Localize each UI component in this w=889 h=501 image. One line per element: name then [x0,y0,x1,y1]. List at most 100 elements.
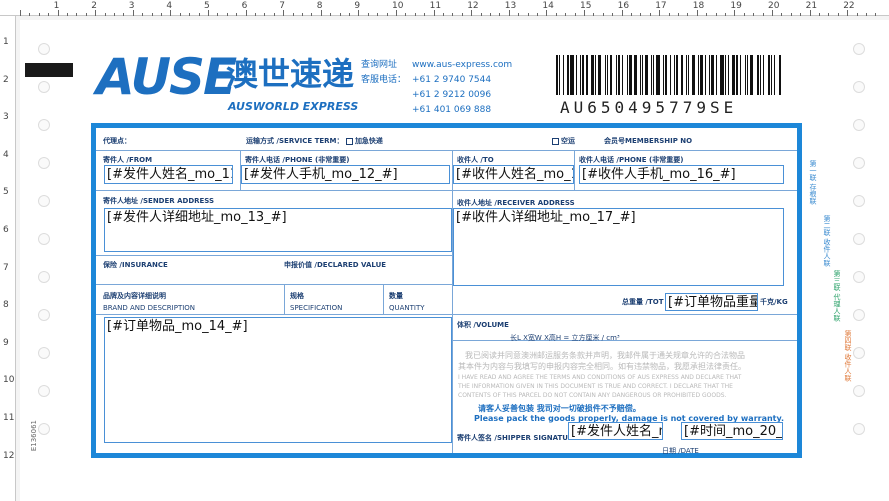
left-ruler: 1 2 3 4 5 6 7 8 9 10 11 12 [0,16,16,501]
ruler-minor-tick [678,13,679,16]
ruler-minor-tick [574,13,576,16]
ruler-number: 19 [730,1,742,11]
ruler-tick [471,10,473,16]
service-term-text: 运输方式 /SERVICE TERM： [246,137,344,145]
barcode-bar [673,55,676,95]
ruler-number: 11 [429,1,442,11]
barcode-bar [615,55,617,95]
order-items-field[interactable]: [#订单物品_mo_14_#] [104,317,452,443]
barcode-bar [700,55,703,95]
air-checkbox[interactable] [552,137,559,145]
barcode-bar [662,55,665,95]
notice-line-5: CONTENTS OF THIS PARCEL DO NOT CONTAIN A… [458,392,727,399]
barcode-bar [622,55,624,95]
phone-3: +61 401 069 888 [412,105,492,115]
barcode-bar [642,55,644,95]
barcode-bar [778,55,781,95]
receiver-phone-field[interactable]: [#收件人手机_mo_16_#] [579,165,784,184]
ruler-number: 10 [392,1,404,11]
sender-phone-field[interactable]: [#发件人手机_mo_12_#] [241,165,450,184]
perforation-hole [38,309,50,321]
sender-name-field[interactable]: [#发件人姓名_mo_11_#] [104,165,233,184]
barcode-bar [774,55,776,95]
perforation-hole [853,195,865,207]
barcode-bar [724,55,726,95]
ruler-number: 5 [3,187,9,198]
ruler-number: 2 [3,74,9,85]
signature-name-field[interactable]: [#发件人姓名_mo_11_#] [568,422,663,440]
ruler-minor-tick [866,13,867,16]
ruler-tick [95,10,97,16]
barcode-bar [556,55,559,95]
ruler-number: 20 [768,1,780,11]
order-weight-field[interactable]: [#订单物品重量_mo_18_#] [665,293,758,311]
perforation-hole [38,195,50,207]
perforation-hole [853,119,865,131]
ruler-number: 8 [3,300,9,311]
ruler-number: 3 [3,112,9,123]
ruler-minor-tick [762,13,764,16]
barcode-bar [617,55,620,95]
ruler-tick [809,10,811,16]
ruler-minor-tick [405,13,407,16]
barcode-bar [591,55,594,95]
brand-name-cn: 澳世速递 [226,55,355,93]
form-divider [284,284,285,314]
perforation-hole [853,81,865,93]
ruler-minor-tick [537,13,538,16]
ruler-number: 6 [3,225,9,235]
barcode-bar [686,55,688,95]
ruler-minor-tick [743,13,745,16]
ruler-tick [20,10,21,16]
ruler-minor-tick [255,13,256,16]
barcode-bar [610,55,613,95]
barcode-bar [691,55,695,95]
ruler-minor-tick [518,13,520,16]
barcode-bar [562,55,564,95]
weight-unit: 千克/KG [760,298,788,306]
barcode-bar [771,55,773,95]
air-option-label: 空运 [561,137,575,145]
perforation-hole [853,347,865,359]
ruler-number: 16 [617,1,630,11]
form-divider [574,150,575,190]
express-checkbox[interactable] [345,137,353,145]
ruler-minor-tick [236,13,238,16]
barcode-bar [639,55,641,95]
time-field[interactable]: [#时间_mo_20_#] [681,422,783,440]
receiver-address-field[interactable]: [#收件人详细地址_mo_17_#] [453,208,784,286]
barcode-bar [585,55,588,95]
packing-warning-cn: 请客人妥善包装 我司对一切破损件不予赔偿。 [478,404,641,413]
form-divider [96,255,452,256]
ruler-number: 7 [3,262,9,273]
ruler-minor-tick [668,13,670,16]
barcode-bar [704,55,706,95]
ruler-minor-tick [339,13,341,16]
ruler-minor-tick [875,13,877,16]
receiver-name-field[interactable]: [#收件人姓名_mo_15_#] [453,165,574,184]
website-url: www.aus-express.com [412,60,513,70]
ruler-minor-tick [226,13,228,16]
ruler-minor-tick [386,13,388,16]
sender-address-field[interactable]: [#发件人详细地址_mo_13_#] [104,208,452,252]
date-label: 日期 /DATE [662,447,699,455]
ruler-minor-tick [85,13,87,16]
barcode-bar [634,55,637,95]
ruler-number: 18 [692,1,705,11]
ruler-minor-tick [602,13,604,16]
ruler-minor-tick [48,13,50,16]
sender-address-label: 寄件人地址 /SENDER ADDRESS [103,197,215,205]
copy-label-1: 第一联 存根联 [809,160,817,205]
barcode-bar [763,55,765,95]
ruler-minor-tick [452,13,454,16]
barcode-bar [728,55,730,95]
ruler-tick [57,10,59,16]
perforation-hole [38,81,50,93]
barcode-bar [628,55,633,95]
ruler-minor-tick [198,13,200,16]
barcode-bar [597,55,602,95]
ruler-minor-tick [753,13,755,16]
ruler-tick [584,10,585,16]
ruler-number: 14 [542,1,554,11]
ruler-minor-tick [330,13,332,16]
